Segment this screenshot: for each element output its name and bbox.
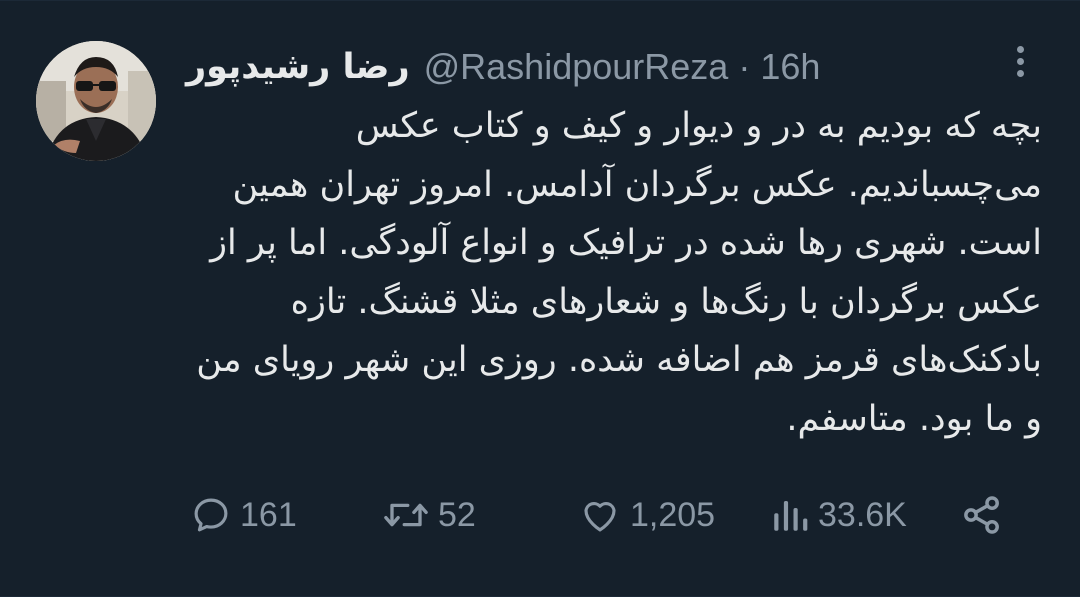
tweet-text: بچه که بودیم به در و دیوار و کیف و کتاب …	[196, 106, 1042, 439]
more-vertical-icon-dot	[1016, 69, 1024, 77]
user-handle[interactable]: @RashidpourReza	[424, 46, 729, 88]
avatar[interactable]	[36, 41, 156, 161]
avatar-photo	[36, 41, 156, 161]
like-button[interactable]: 1,205	[578, 487, 715, 543]
reply-button[interactable]: 161	[190, 487, 297, 543]
more-vertical-icon	[1016, 45, 1024, 53]
views-bar-chart-icon	[774, 501, 808, 531]
like-count: 1,205	[630, 495, 716, 534]
retweet-count: 52	[438, 495, 476, 534]
more-options-button[interactable]	[1002, 41, 1038, 81]
retweet-button[interactable]: 52	[382, 487, 476, 543]
tweet-card[interactable]: رضا رشیدپور @RashidpourReza · 16h بچه که…	[0, 0, 1080, 597]
heart-icon	[584, 501, 616, 532]
tweet-header: رضا رشیدپور @RashidpourReza · 16h	[186, 39, 820, 95]
more-vertical-icon-dot	[1016, 57, 1024, 65]
share-icon	[964, 496, 999, 534]
timestamp[interactable]: 16h	[760, 46, 820, 88]
reply-icon	[194, 498, 228, 532]
separator-dot: ·	[738, 46, 751, 87]
action-bar: 161 52 1,205 33.6K	[0, 487, 1080, 543]
share-button[interactable]	[960, 487, 1004, 543]
reply-count: 161	[240, 495, 297, 534]
views-count: 33.6K	[818, 495, 907, 534]
views-button[interactable]: 33.6K	[770, 487, 907, 543]
display-name[interactable]: رضا رشیدپور	[186, 47, 410, 87]
retweet-icon	[384, 503, 428, 527]
